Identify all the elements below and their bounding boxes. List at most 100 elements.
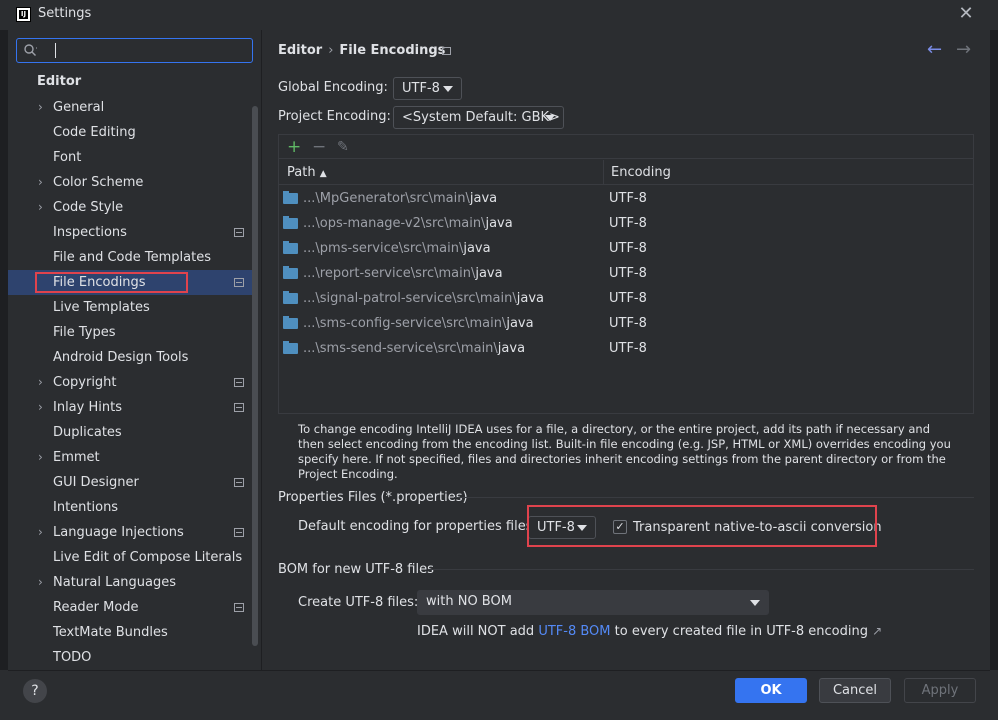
sidebar-item[interactable]: Live Templates [8,295,254,320]
project-scope-icon [234,403,244,412]
encoding-cell[interactable]: UTF-8 [609,311,647,336]
external-link-icon[interactable]: ↗ [872,624,882,638]
chevron-right-icon[interactable]: › [38,95,48,120]
sidebar-item[interactable]: › Language Injections [8,520,254,545]
column-divider[interactable] [603,160,604,185]
folder-icon [283,341,298,354]
settings-search-input[interactable] [16,38,253,63]
edit-icon[interactable]: ✎ [337,139,349,155]
folder-icon [283,216,298,229]
sidebar-item[interactable]: File Types [8,320,254,345]
sidebar-item[interactable]: Android Design Tools [8,345,254,370]
sidebar-item[interactable]: › General [8,95,254,120]
encoding-cell[interactable]: UTF-8 [609,286,647,311]
sidebar-item[interactable]: TODO [8,645,254,670]
cancel-button[interactable]: Cancel [819,678,891,703]
sidebar-item[interactable]: › Copyright [8,370,254,395]
remove-icon[interactable]: − [312,135,326,159]
sidebar-item[interactable]: › Natural Languages [8,570,254,595]
sidebar-item[interactable]: Reader Mode [8,595,254,620]
path-leaf: java [475,266,503,281]
sidebar-item[interactable]: Font [8,145,254,170]
project-encoding-label: Project Encoding: [278,109,391,124]
breadcrumb-parent[interactable]: Editor [278,43,322,58]
path-prefix: ...\pms-service\src\main\ [303,241,464,256]
sidebar-scrollbar[interactable] [252,106,258,646]
breadcrumb-separator: › [328,43,334,58]
help-button[interactable]: ? [23,679,47,703]
highlight-annotation-box [527,505,877,547]
sidebar-item-label: Reader Mode [53,600,139,615]
settings-window: IJ Settings ✕ Editor › General Code Editin… [0,0,998,720]
column-header-path[interactable]: Path ▲ [287,160,327,185]
table-row[interactable]: ...\sms-send-service\src\main\java UTF-8 [279,336,973,361]
sidebar-item[interactable]: GUI Designer [8,470,254,495]
path-prefix: ...\report-service\src\main\ [303,266,476,281]
table-row[interactable]: ...\sms-config-service\src\main\java UTF-… [279,311,973,336]
ok-button[interactable]: OK [735,678,807,703]
encoding-cell[interactable]: UTF-8 [609,186,647,211]
sidebar-item-label: Code Editing [53,125,136,140]
sidebar-section-title: Editor [37,74,82,89]
table-row[interactable]: ...\ops-manage-v2\src\main\java UTF-8 [279,211,973,236]
chevron-right-icon[interactable]: › [38,520,48,545]
chevron-right-icon[interactable]: › [38,170,48,195]
sidebar-item[interactable]: Duplicates [8,420,254,445]
add-icon[interactable]: + [287,135,301,159]
path-prefix: ...\sms-config-service\src\main\ [303,316,507,331]
table-row[interactable]: ...\pms-service\src\main\java UTF-8 [279,236,973,261]
breadcrumb-current: File Encodings [339,43,446,58]
chevron-right-icon[interactable]: › [38,395,48,420]
encoding-cell[interactable]: UTF-8 [609,236,647,261]
path-leaf: java [485,216,513,231]
path-leaf: java [497,341,526,356]
table-header: Path ▲ Encoding [279,160,973,185]
project-scope-icon [234,478,244,487]
settings-content: Editor › File Encodings ← → Global Encodin… [262,30,990,670]
sidebar-item[interactable]: Code Editing [8,120,254,145]
apply-button[interactable]: Apply [904,678,976,703]
project-encoding-select[interactable]: <System Default: GBK> [393,106,564,129]
sidebar-item[interactable]: › Color Scheme [8,170,254,195]
close-icon[interactable]: ✕ [956,3,976,25]
global-encoding-select[interactable]: UTF-8 [393,77,462,100]
sidebar-item[interactable]: File Encodings [8,270,254,295]
folder-icon [283,316,298,329]
chevron-right-icon[interactable]: › [38,445,48,470]
chevron-right-icon[interactable]: › [38,370,48,395]
bom-select[interactable]: with NO BOM [417,590,769,615]
table-row[interactable]: ...\MpGenerator\src\main\java UTF-8 [279,186,973,211]
chevron-right-icon[interactable]: › [38,570,48,595]
sidebar-item[interactable]: › Emmet [8,445,254,470]
sidebar-item[interactable]: TextMate Bundles [8,620,254,645]
encoding-cell[interactable]: UTF-8 [609,336,647,361]
column-header-encoding[interactable]: Encoding [611,160,671,185]
chevron-right-icon[interactable]: › [38,195,48,220]
title-bar: IJ Settings ✕ [0,0,998,30]
table-row[interactable]: ...\signal-patrol-service\src\main\java U… [279,286,973,311]
sidebar-item[interactable]: Inspections [8,220,254,245]
table-row[interactable]: ...\report-service\src\main\java UTF-8 [279,261,973,286]
path-leaf: java [506,316,534,331]
utf8-bom-link[interactable]: UTF-8 BOM [538,624,610,639]
sidebar-item[interactable]: Live Edit of Compose Literals [8,545,254,570]
encoding-cell[interactable]: UTF-8 [609,261,647,286]
folder-icon [283,241,298,254]
table-toolbar: + − ✎ [279,135,973,159]
chevron-down-icon [545,115,555,121]
sidebar-item[interactable]: Intentions [8,495,254,520]
back-arrow-icon[interactable]: ← [927,39,942,60]
sidebar-item-label: TextMate Bundles [53,625,168,640]
forward-arrow-icon[interactable]: → [956,39,971,60]
sidebar-item[interactable]: › Inlay Hints [8,395,254,420]
text-caret [55,43,56,58]
sidebar-item[interactable]: › Code Style [8,195,254,220]
path-header-label: Path [287,165,316,180]
path-leaf: java [463,241,491,256]
project-scope-icon [234,278,244,287]
properties-group-title: Properties Files (*.properties) [278,490,468,505]
sidebar-item-label: Android Design Tools [53,350,189,365]
intellij-logo-icon: IJ [16,7,31,22]
encoding-cell[interactable]: UTF-8 [609,211,647,236]
sidebar-item[interactable]: File and Code Templates [8,245,254,270]
